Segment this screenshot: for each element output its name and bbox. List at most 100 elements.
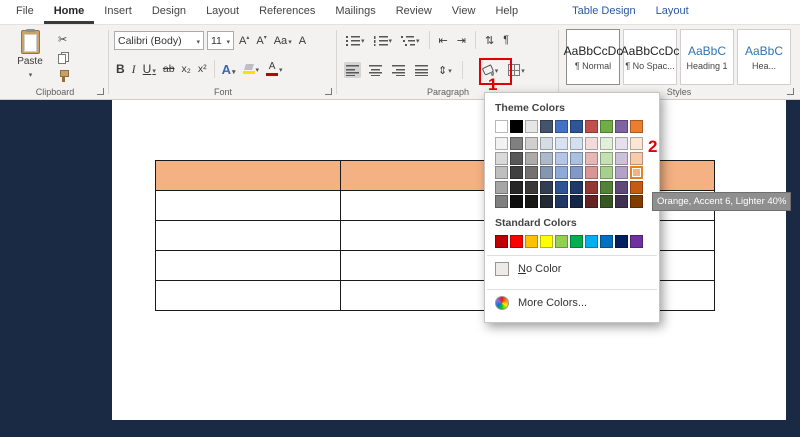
tab-file[interactable]: File xyxy=(6,0,44,24)
color-swatch[interactable] xyxy=(570,120,583,133)
color-swatch[interactable] xyxy=(540,195,553,208)
strikethrough-button[interactable]: ab xyxy=(161,61,177,77)
tab-layout[interactable]: Layout xyxy=(196,0,249,24)
color-swatch[interactable] xyxy=(495,120,508,133)
color-swatch[interactable] xyxy=(495,137,508,150)
align-center-button[interactable] xyxy=(367,62,384,78)
clipboard-dialog-launcher-icon[interactable] xyxy=(97,88,104,95)
style-item[interactable]: AaBbCHeading 1 xyxy=(680,29,734,85)
color-swatch[interactable] xyxy=(600,120,613,133)
table-cell[interactable] xyxy=(156,191,341,220)
no-color-menu-item[interactable]: No Color xyxy=(485,256,659,282)
line-spacing-button[interactable]: ⇕ xyxy=(436,62,454,79)
color-swatch[interactable] xyxy=(570,152,583,165)
color-swatch[interactable] xyxy=(615,235,628,248)
color-swatch[interactable] xyxy=(630,152,643,165)
table-cell[interactable] xyxy=(156,221,341,250)
color-swatch[interactable] xyxy=(540,181,553,194)
color-swatch[interactable] xyxy=(525,181,538,194)
color-swatch[interactable] xyxy=(555,181,568,194)
color-swatch[interactable] xyxy=(555,137,568,150)
bullets-button[interactable] xyxy=(344,32,367,48)
color-swatch[interactable] xyxy=(540,235,553,248)
color-swatch[interactable] xyxy=(585,181,598,194)
change-case-button[interactable]: Aa xyxy=(272,33,294,49)
tab-insert[interactable]: Insert xyxy=(94,0,142,24)
copy-button[interactable] xyxy=(58,52,69,64)
color-swatch[interactable] xyxy=(600,181,613,194)
font-color-button[interactable]: A xyxy=(264,60,285,79)
italic-button[interactable]: I xyxy=(130,60,138,79)
table-cell[interactable] xyxy=(156,161,341,190)
color-swatch[interactable] xyxy=(510,137,523,150)
paste-button[interactable]: Paste xyxy=(10,30,50,88)
show-formatting-marks-button[interactable]: ¶ xyxy=(501,32,511,48)
color-swatch[interactable] xyxy=(495,166,508,179)
color-swatch[interactable] xyxy=(540,137,553,150)
color-swatch[interactable] xyxy=(585,137,598,150)
color-swatch[interactable] xyxy=(600,137,613,150)
superscript-button[interactable]: x² xyxy=(196,61,209,77)
color-swatch[interactable] xyxy=(540,166,553,179)
color-swatch[interactable] xyxy=(615,120,628,133)
color-swatch[interactable] xyxy=(570,195,583,208)
color-swatch[interactable] xyxy=(510,152,523,165)
highlight-color-button[interactable] xyxy=(241,61,262,77)
table-cell[interactable] xyxy=(156,281,341,310)
color-swatch[interactable] xyxy=(525,120,538,133)
color-swatch[interactable] xyxy=(555,120,568,133)
color-swatch[interactable] xyxy=(525,137,538,150)
clear-formatting-button[interactable]: A xyxy=(297,33,308,49)
color-swatch[interactable] xyxy=(555,195,568,208)
color-swatch[interactable] xyxy=(570,166,583,179)
text-effects-button[interactable]: A xyxy=(220,60,238,79)
tab-home[interactable]: Home xyxy=(44,0,95,24)
decrease-indent-button[interactable]: ⇤ xyxy=(437,32,450,49)
color-swatch-selected[interactable] xyxy=(630,166,643,179)
color-swatch[interactable] xyxy=(585,152,598,165)
subscript-button[interactable]: x₂ xyxy=(180,61,193,77)
tab-layout[interactable]: Layout xyxy=(646,0,699,24)
color-swatch[interactable] xyxy=(585,166,598,179)
shrink-font-button[interactable]: A▾ xyxy=(254,33,268,49)
color-swatch[interactable] xyxy=(510,235,523,248)
increase-indent-button[interactable]: ⇥ xyxy=(455,32,468,49)
color-swatch[interactable] xyxy=(615,181,628,194)
align-left-button[interactable] xyxy=(344,62,361,78)
color-swatch[interactable] xyxy=(600,235,613,248)
tab-table-design[interactable]: Table Design xyxy=(562,0,646,24)
color-swatch[interactable] xyxy=(615,166,628,179)
font-dialog-launcher-icon[interactable] xyxy=(325,88,332,95)
color-swatch[interactable] xyxy=(510,181,523,194)
justify-button[interactable] xyxy=(413,62,430,78)
sort-button[interactable]: ⇅ xyxy=(483,32,496,49)
font-name-select[interactable]: Calibri (Body) xyxy=(114,31,204,50)
bold-button[interactable]: B xyxy=(114,60,127,78)
underline-button[interactable]: U xyxy=(141,60,158,78)
style-item[interactable]: AaBbCHea... xyxy=(737,29,791,85)
color-swatch[interactable] xyxy=(555,166,568,179)
color-swatch[interactable] xyxy=(495,235,508,248)
color-swatch[interactable] xyxy=(615,137,628,150)
document-page[interactable] xyxy=(112,100,786,420)
style-item[interactable]: AaBbCcDc¶ No Spac... xyxy=(623,29,677,85)
style-item[interactable]: AaBbCcDc¶ Normal xyxy=(566,29,620,85)
color-swatch[interactable] xyxy=(570,235,583,248)
color-swatch[interactable] xyxy=(570,181,583,194)
color-swatch[interactable] xyxy=(525,235,538,248)
more-colors-menu-item[interactable]: More Colors... xyxy=(485,290,659,316)
color-swatch[interactable] xyxy=(555,235,568,248)
color-swatch[interactable] xyxy=(540,120,553,133)
tab-review[interactable]: Review xyxy=(386,0,442,24)
color-swatch[interactable] xyxy=(630,235,643,248)
table-cell[interactable] xyxy=(156,251,341,280)
color-swatch[interactable] xyxy=(570,137,583,150)
color-swatch[interactable] xyxy=(630,120,643,133)
tab-design[interactable]: Design xyxy=(142,0,196,24)
tab-view[interactable]: View xyxy=(442,0,486,24)
cut-button[interactable]: ✂ xyxy=(58,33,67,46)
align-right-button[interactable] xyxy=(390,62,407,78)
tab-references[interactable]: References xyxy=(249,0,325,24)
color-swatch[interactable] xyxy=(495,181,508,194)
font-size-select[interactable]: 11 xyxy=(207,31,234,50)
